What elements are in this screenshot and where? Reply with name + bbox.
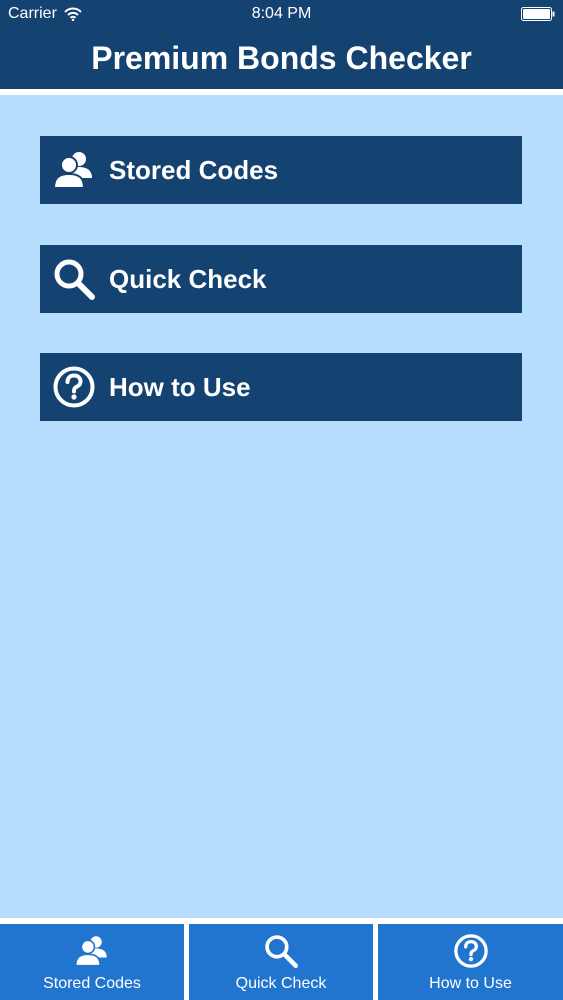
search-icon [265, 935, 298, 968]
tab-stored-codes-label: Stored Codes [43, 975, 141, 992]
tab-quick-check-label: Quick Check [235, 975, 327, 992]
page-title: Premium Bonds Checker [91, 40, 472, 76]
stored-codes-label: Stored Codes [109, 155, 279, 185]
users-icon [52, 152, 92, 189]
status-time: 8:04 PM [251, 5, 312, 22]
quick-check-button[interactable]: Quick Check [40, 245, 522, 313]
help-icon [53, 366, 95, 408]
how-to-use-button[interactable]: How to Use [40, 353, 522, 421]
header-divider [0, 89, 563, 95]
stored-codes-button[interactable]: Stored Codes [40, 136, 522, 204]
help-icon [453, 934, 488, 968]
tab-quick-check[interactable]: Quick Check [189, 924, 373, 1000]
search-icon [54, 259, 95, 300]
how-to-use-label: How to Use [109, 372, 251, 402]
status-bar: Carrier 8:04 PM [0, 0, 563, 28]
users-icon [74, 936, 107, 967]
quick-check-label: Quick Check [109, 264, 267, 294]
tab-how-to-use-label: How to Use [429, 975, 512, 992]
tab-bar: Stored Codes Quick Check How to Use [0, 918, 563, 1000]
header: Carrier 8:04 PM Premium Bonds Checker [0, 0, 563, 89]
battery-icon [521, 7, 555, 21]
tab-how-to-use[interactable]: How to Use [378, 924, 563, 1000]
tab-stored-codes[interactable]: Stored Codes [0, 924, 184, 1000]
